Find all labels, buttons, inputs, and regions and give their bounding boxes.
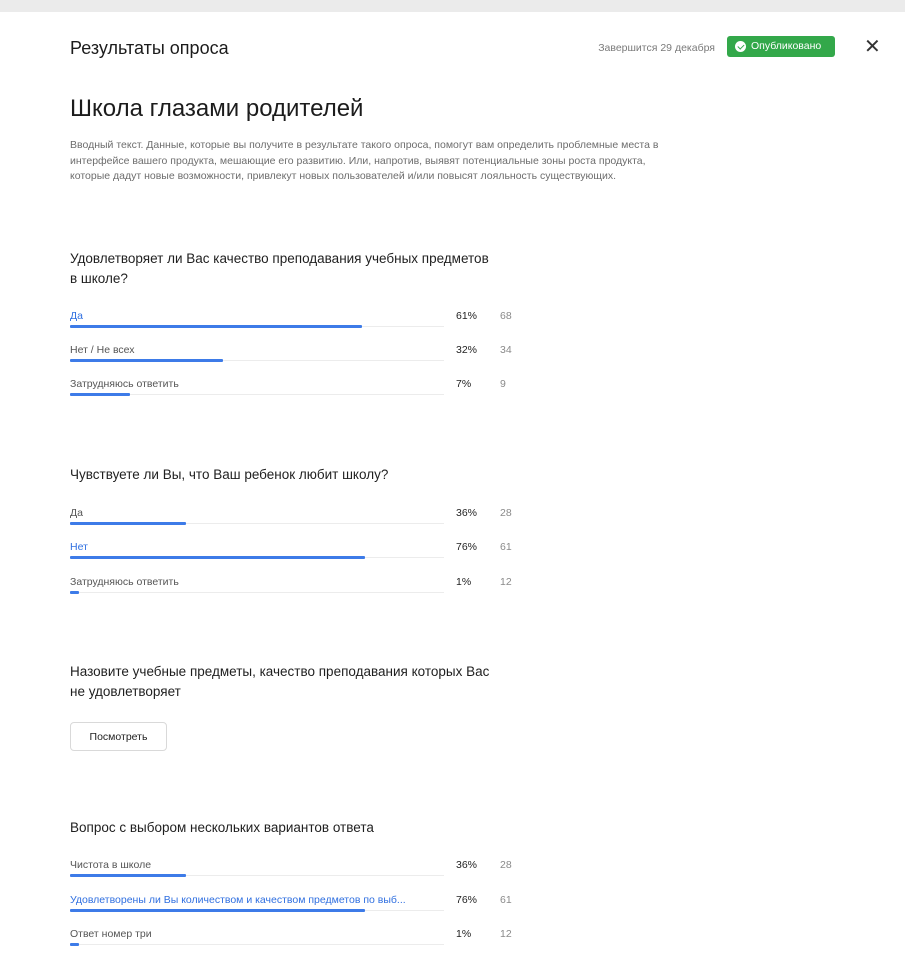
- question-1-text: Удовлетворяет ли Вас качество преподаван…: [70, 251, 489, 286]
- answer-count: 28: [500, 507, 512, 519]
- answer-count: 12: [500, 928, 512, 940]
- answer-label: Нет / Не всех: [70, 344, 135, 356]
- status-badge: Опубликовано: [727, 36, 835, 57]
- answer-row: Да 61% 68: [70, 309, 530, 337]
- answer-count: 9: [500, 378, 506, 390]
- answer-row: Ответ номер три 1% 12: [70, 927, 530, 955]
- answer-percent: 76%: [456, 541, 478, 553]
- answer-percent: 76%: [456, 894, 478, 906]
- modal-header: Результаты опроса Завершится 29 декабря …: [70, 36, 905, 60]
- question-4-text: Вопрос с выбором нескольких вариантов от…: [70, 820, 374, 835]
- answer-bar-track: [70, 393, 444, 396]
- answer-label: Да: [70, 507, 83, 519]
- answer-bar-fill: [70, 359, 224, 362]
- answer-bar-fill: [70, 522, 186, 525]
- deadline-text: Завершится 29 декабря: [598, 42, 715, 54]
- answer-bar-fill: [70, 393, 130, 396]
- answer-bar-track: [70, 874, 444, 877]
- close-icon[interactable]: ✕: [864, 37, 881, 57]
- answer-percent: 36%: [456, 507, 478, 519]
- modal-title: Результаты опроса: [70, 38, 229, 58]
- answer-count: 68: [500, 310, 512, 322]
- answer-bar-fill: [70, 591, 80, 594]
- answer-row: Затрудняюсь ответить 1% 12: [70, 575, 530, 603]
- answer-count: 61: [500, 894, 512, 906]
- answer-percent: 1%: [456, 928, 472, 940]
- view-answers-button[interactable]: Посмотреть: [70, 722, 167, 751]
- answer-bar-track: [70, 591, 444, 594]
- answer-label: Ответ номер три: [70, 928, 152, 940]
- answer-percent: 36%: [456, 859, 478, 871]
- answer-label: Чистота в школе: [70, 859, 152, 871]
- answer-percent: 1%: [456, 576, 472, 588]
- answer-percent: 7%: [456, 378, 472, 390]
- answer-count: 61: [500, 541, 512, 553]
- status-badge-label: Опубликовано: [751, 40, 822, 52]
- answer-row: Нет / Не всех 32% 34: [70, 343, 530, 371]
- answer-label: Да: [70, 310, 83, 322]
- answer-row: Затрудняюсь ответить 7% 9: [70, 377, 530, 405]
- answer-row: Удовлетворены ли Вы количеством и качест…: [70, 893, 530, 921]
- answer-row: Чистота в школе 36% 28: [70, 858, 530, 886]
- results-modal: Результаты опроса Завершится 29 декабря …: [0, 12, 905, 972]
- question-3-text: Назовите учебные предметы, качество преп…: [70, 664, 490, 699]
- answer-bar-fill: [70, 556, 366, 559]
- answer-bar-track: [70, 325, 444, 328]
- answer-percent: 61%: [456, 310, 478, 322]
- answer-row: Да 36% 28: [70, 506, 530, 534]
- survey-intro: Вводный текст. Данные, которые вы получи…: [70, 139, 659, 182]
- check-circle-icon: [735, 41, 746, 52]
- survey-title: Школа глазами родителей: [70, 95, 364, 122]
- answer-percent: 32%: [456, 344, 478, 356]
- answer-bar-track: [70, 556, 444, 559]
- answer-label: Затрудняюсь ответить: [70, 576, 179, 588]
- answer-count: 12: [500, 576, 512, 588]
- answer-bar-track: [70, 943, 444, 946]
- answer-bar-track: [70, 909, 444, 912]
- answer-bar-fill: [70, 909, 366, 912]
- question-2-text: Чувствуете ли Вы, что Ваш ребенок любит …: [70, 467, 389, 482]
- answer-bar-track: [70, 359, 444, 362]
- answer-bar-track: [70, 522, 444, 525]
- answer-bar-fill: [70, 874, 186, 877]
- answer-row: Нет 76% 61: [70, 540, 530, 568]
- answer-label: Удовлетворены ли Вы количеством и качест…: [70, 894, 406, 906]
- answer-bar-fill: [70, 943, 80, 946]
- answer-count: 28: [500, 859, 512, 871]
- answer-label: Нет: [70, 541, 88, 553]
- answer-label: Затрудняюсь ответить: [70, 378, 179, 390]
- answer-bar-fill: [70, 325, 362, 328]
- answer-count: 34: [500, 344, 512, 356]
